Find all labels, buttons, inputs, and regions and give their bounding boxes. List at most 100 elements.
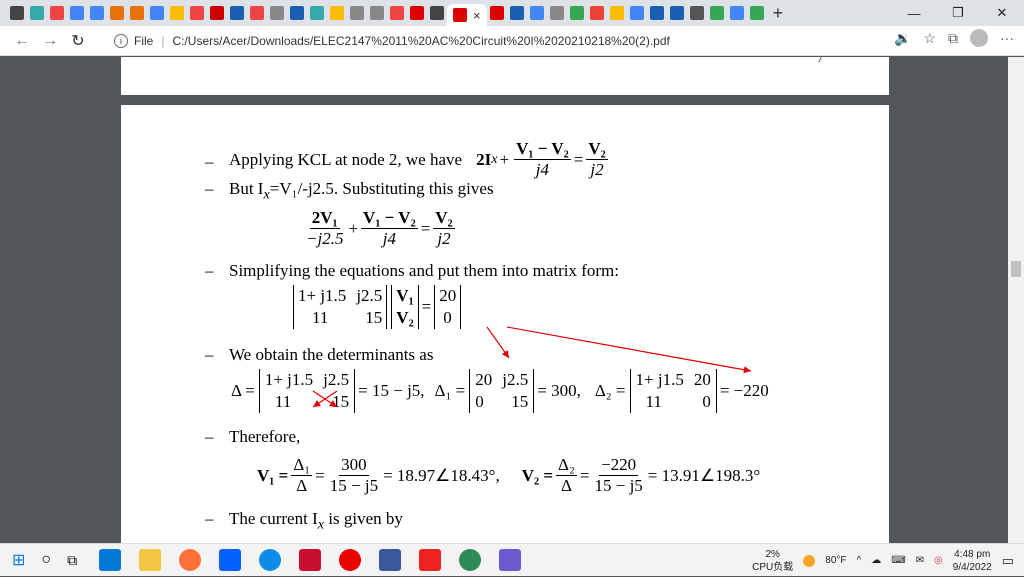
restore-button[interactable]: ❐ [936, 5, 980, 21]
tab-favicon[interactable] [170, 6, 184, 20]
tab-favicon[interactable] [230, 6, 244, 20]
tab-favicon[interactable] [549, 6, 564, 20]
info-icon[interactable]: i [114, 34, 128, 48]
tab-favicon[interactable] [410, 6, 424, 20]
tab-favicon[interactable] [749, 6, 764, 20]
bullet: – [205, 261, 214, 280]
arrow-to-delta1 [486, 326, 510, 359]
avatar[interactable] [970, 29, 988, 47]
dropbox-icon[interactable] [219, 549, 242, 571]
temperature[interactable]: 80°F [825, 555, 846, 566]
read-aloud-icon[interactable]: 🔉 [894, 30, 911, 47]
tab-favicon[interactable] [10, 6, 24, 20]
tab-favicon[interactable] [190, 6, 204, 20]
equals-sign: = [573, 149, 584, 169]
pdf-page-current: – Applying KCL at node 2, we have 2I x + … [121, 105, 889, 543]
app-tray-icon[interactable]: ◎ [934, 555, 943, 566]
tab-favicon[interactable] [390, 6, 404, 20]
tab-favicon[interactable] [509, 6, 524, 20]
wps-icon[interactable] [419, 549, 442, 571]
simplify-line: Simplifying the equations and put them i… [229, 261, 620, 280]
tab-favicon[interactable] [569, 6, 584, 20]
bullet: – [205, 427, 214, 446]
tab-favicon[interactable] [629, 6, 644, 20]
tab-favicon[interactable] [290, 6, 304, 20]
tab-favicon[interactable] [609, 6, 624, 20]
app-icon[interactable] [499, 549, 522, 571]
search-icon[interactable]: ○ [41, 551, 51, 569]
minimize-button[interactable]: — [892, 6, 936, 21]
chevron-up-icon[interactable]: ^ [857, 555, 862, 566]
back-button[interactable]: ← [8, 32, 36, 50]
current-line: The current Ix is given by [229, 509, 403, 533]
collections-icon[interactable]: ⧉ [948, 30, 958, 47]
bullet: – [205, 345, 214, 364]
tab-close-icon[interactable]: × [473, 8, 481, 23]
tab-favicon[interactable] [689, 6, 704, 20]
clock[interactable]: 4:48 pm 9/4/2022 [953, 548, 992, 574]
task-view-icon[interactable]: ⧉ [67, 552, 77, 569]
tab-favicon[interactable] [669, 6, 684, 20]
app-icon[interactable] [459, 549, 482, 571]
file-explorer-icon[interactable] [139, 549, 162, 571]
tab-favicon[interactable] [250, 6, 264, 20]
window-controls: — ❐ ✕ [892, 0, 1024, 26]
tab-favicon[interactable] [70, 6, 84, 20]
tab-favicon[interactable] [150, 6, 164, 20]
forward-button[interactable]: → [36, 32, 64, 50]
cpu-meter[interactable]: 2% CPU负载 [752, 548, 793, 574]
tab-favicon[interactable] [90, 6, 104, 20]
mail-icon[interactable] [99, 549, 122, 571]
scroll-thumb[interactable] [1011, 261, 1021, 277]
word-icon[interactable] [299, 549, 322, 571]
tab-favicon[interactable] [709, 6, 724, 20]
divider: | [161, 34, 165, 48]
tab-favicon[interactable] [489, 6, 504, 20]
menu-button[interactable]: ··· [1000, 30, 1014, 46]
tab-favicon[interactable] [529, 6, 544, 20]
voltage-results: V₁ = Δ₁ Δ = 300 15 − j5 = 18.97∠18.43°, V₂… [257, 455, 761, 495]
new-tab-button[interactable]: + [773, 3, 784, 24]
address-bar[interactable]: i File | C:/Users/Acer/Downloads/ELEC214… [114, 29, 874, 53]
tab-favicon[interactable] [130, 6, 144, 20]
url-text[interactable]: C:/Users/Acer/Downloads/ELEC2147%2011%20… [172, 34, 669, 48]
tab-favicon[interactable] [649, 6, 664, 20]
tab-favicon[interactable] [310, 6, 324, 20]
chat-icon[interactable]: ✉ [916, 555, 924, 566]
tab-favicon[interactable] [110, 6, 124, 20]
keyboard-icon[interactable]: ⌨ [891, 555, 905, 566]
network-icon[interactable]: ☁ [871, 555, 881, 566]
edge-icon[interactable] [259, 549, 282, 571]
notification-icon[interactable]: ▭ [1002, 553, 1014, 569]
weather-icon[interactable] [803, 554, 816, 567]
bullet: – [205, 509, 214, 528]
close-window-button[interactable]: ✕ [980, 5, 1024, 21]
pdf-viewer[interactable]: 7 – Applying KCL at node 2, we have 2I x … [0, 57, 1024, 543]
fraction-2v1: 2V₁ −j2.5 [306, 208, 344, 248]
matrix-equation: 1+ j1.5 j2.5 11 15 V₁ V₂ = 20 0 [293, 285, 462, 329]
scrollbar[interactable] [1008, 57, 1024, 543]
app-icon[interactable] [379, 549, 402, 571]
kcl-line: Applying KCL at node 2, we have 2I x + V₁… [229, 139, 611, 180]
firefox-icon[interactable] [179, 549, 202, 571]
tab-favicon[interactable] [270, 6, 284, 20]
toolbar-actions: 🔉 ☆ ⧉ ··· [894, 29, 1014, 47]
opera-icon[interactable] [339, 549, 362, 571]
fraction-v2-j2: V₂ j2 [586, 139, 608, 179]
tab-favicon[interactable] [430, 6, 444, 20]
fraction-v1-v2-j4: V₁ − V₂ j4 [514, 139, 571, 179]
tab-favicon[interactable] [50, 6, 64, 20]
reload-button[interactable]: ↻ [64, 31, 92, 51]
favorites-icon[interactable]: ☆ [923, 30, 936, 47]
ix-term: 2I [476, 149, 492, 169]
tab-favicon[interactable] [350, 6, 364, 20]
pdf-page-previous: 7 [121, 57, 889, 95]
tab-favicon[interactable] [330, 6, 344, 20]
tab-favicon[interactable] [729, 6, 744, 20]
windows-start-icon[interactable]: ⊞ [12, 550, 25, 570]
tab-favicon[interactable] [30, 6, 44, 20]
tab-favicon[interactable] [589, 6, 604, 20]
tab-favicon[interactable] [210, 6, 224, 20]
active-tab[interactable]: × [447, 4, 487, 26]
tab-favicon[interactable] [370, 6, 384, 20]
